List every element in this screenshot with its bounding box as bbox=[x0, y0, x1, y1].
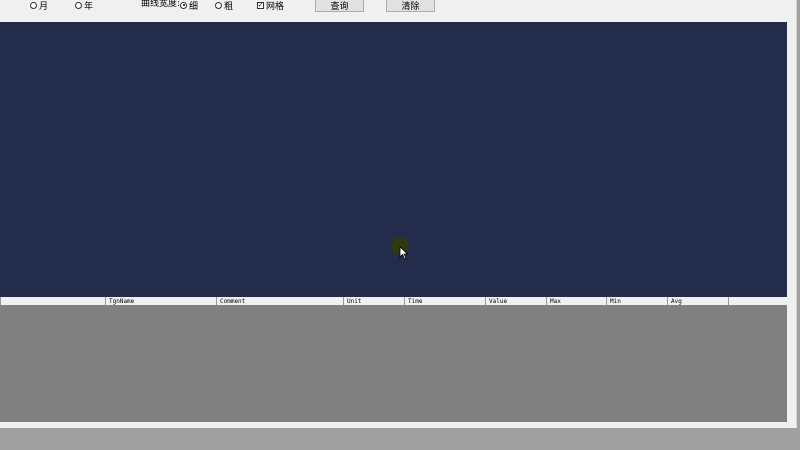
mouse-cursor-icon bbox=[399, 246, 409, 260]
column-header-comment[interactable]: Comment bbox=[216, 297, 343, 305]
column-header-value[interactable]: Value bbox=[485, 297, 546, 305]
data-table-body[interactable] bbox=[0, 305, 787, 422]
trend-chart-area[interactable] bbox=[0, 22, 787, 297]
window-side-strip bbox=[787, 22, 796, 422]
query-button[interactable]: 查询 bbox=[315, 0, 364, 12]
trend-window: 月 年 曲线宽度: 细 粗 ✓ 网格 查询 清除 TgnName Comment… bbox=[0, 0, 797, 428]
width-thick-label: 粗 bbox=[224, 1, 234, 12]
column-header-unit[interactable]: Unit bbox=[343, 297, 404, 305]
period-month-radio[interactable]: 月 bbox=[30, 0, 49, 12]
column-header-time[interactable]: Time bbox=[404, 297, 485, 305]
checkmark-icon: ✓ bbox=[257, 0, 264, 9]
width-thick-radio[interactable]: 粗 bbox=[215, 0, 234, 12]
column-header-max[interactable]: Max bbox=[546, 297, 606, 305]
radio-circle-icon bbox=[30, 1, 37, 9]
grid-checkbox[interactable]: ✓ 网格 bbox=[257, 0, 285, 12]
clear-button[interactable]: 清除 bbox=[386, 0, 435, 12]
radio-circle-icon bbox=[75, 1, 82, 9]
toolbar: 月 年 曲线宽度: 细 粗 ✓ 网格 查询 清除 bbox=[0, 0, 796, 22]
radio-circle-icon bbox=[215, 1, 222, 9]
column-header-index[interactable] bbox=[0, 297, 105, 305]
period-year-label: 年 bbox=[84, 1, 94, 12]
column-header-min[interactable]: Min bbox=[606, 297, 667, 305]
period-year-radio[interactable]: 年 bbox=[75, 0, 94, 12]
radio-selected-icon bbox=[180, 1, 187, 9]
width-thin-label: 细 bbox=[189, 1, 199, 12]
grid-checkbox-label: 网格 bbox=[266, 1, 285, 12]
column-header-filler bbox=[728, 297, 787, 305]
line-width-label: 曲线宽度: bbox=[141, 0, 181, 9]
width-thin-radio[interactable]: 细 bbox=[180, 0, 199, 12]
column-header-avg[interactable]: Avg bbox=[667, 297, 728, 305]
period-month-label: 月 bbox=[39, 1, 49, 12]
column-header-tgnname[interactable]: TgnName bbox=[105, 297, 216, 305]
